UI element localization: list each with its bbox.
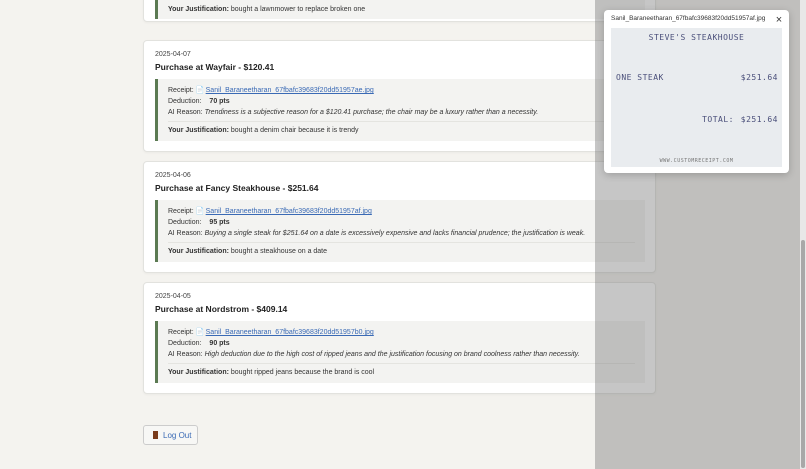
- close-icon[interactable]: ×: [774, 15, 784, 26]
- purchase-title: Purchase at Fancy Steakhouse - $251.64: [155, 183, 319, 193]
- logout-label: Log Out: [163, 431, 192, 440]
- door-icon: [153, 431, 158, 439]
- purchase-details: Receipt: 📄Sanil_Baraneetharan_67fbafc396…: [155, 79, 645, 141]
- justification-text: bought ripped jeans because the brand is…: [230, 369, 375, 376]
- divider: [168, 363, 635, 364]
- justification-label: Your Justification:: [168, 248, 229, 255]
- purchase-details: Your Justification: bought a lawnmower t…: [155, 0, 645, 19]
- justification-row: Your Justification: bought a steakhouse …: [168, 248, 327, 255]
- justification-text: bought a steakhouse on a date: [230, 248, 328, 255]
- receipt-image: STEVE'S STEAKHOUSE ONE STEAK $251.64 TOT…: [611, 28, 782, 167]
- receipt-link[interactable]: Sanil_Baraneetharan_67fbafc39683f20dd519…: [206, 87, 374, 94]
- deduction-label: Deduction:: [168, 340, 202, 347]
- receipt-item: ONE STEAK: [616, 73, 664, 82]
- justification-row: Your Justification: bought ripped jeans …: [168, 369, 374, 376]
- ai-reason-row: AI Reason: Trendiness is a subjective re…: [168, 109, 538, 116]
- justification-row: Your Justification: bought a lawnmower t…: [168, 6, 365, 13]
- receipt-label: Receipt:: [168, 329, 194, 336]
- scrollbar[interactable]: [800, 0, 806, 469]
- receipt-preview-popup: Sanil_Baraneetharan_67fbafc39683f20dd519…: [604, 10, 789, 173]
- receipt-label: Receipt:: [168, 87, 194, 94]
- deduction-label: Deduction:: [168, 98, 202, 105]
- receipt-store: STEVE'S STEAKHOUSE: [648, 33, 745, 42]
- deduction-label: Deduction:: [168, 219, 202, 226]
- purchase-date: 2025-04-07: [155, 51, 191, 58]
- purchase-card: 2025-04-05 Purchase at Nordstrom - $409.…: [143, 282, 656, 394]
- file-icon: 📄: [195, 329, 205, 336]
- deduction-row: Deduction: 90 pts: [168, 340, 230, 347]
- receipt-label: Receipt:: [168, 208, 194, 215]
- receipt-row: Receipt: 📄Sanil_Baraneetharan_67fbafc396…: [168, 329, 374, 337]
- receipt-row: Receipt: 📄Sanil_Baraneetharan_67fbafc396…: [168, 87, 374, 95]
- purchase-date: 2025-04-06: [155, 172, 191, 179]
- ai-reason-label: AI Reason:: [168, 109, 203, 116]
- receipt-link[interactable]: Sanil_Baraneetharan_67fbafc39683f20dd519…: [206, 208, 372, 215]
- receipt-row: Receipt: 📄Sanil_Baraneetharan_67fbafc396…: [168, 208, 372, 216]
- justification-row: Your Justification: bought a denim chair…: [168, 127, 359, 134]
- receipt-footer: WWW.CUSTOMRECEIPT.COM: [659, 158, 734, 164]
- deduction-value: 90 pts: [209, 340, 230, 347]
- ai-reason-label: AI Reason:: [168, 351, 203, 358]
- receipt-item-price: $251.64: [740, 73, 778, 82]
- purchase-details: Receipt: 📄Sanil_Baraneetharan_67fbafc396…: [155, 200, 645, 262]
- justification-text: bought a lawnmower to replace broken one: [230, 6, 366, 13]
- purchase-card: Your Justification: bought a lawnmower t…: [143, 0, 656, 22]
- ai-reason-row: AI Reason: High deduction due to the hig…: [168, 351, 580, 358]
- divider: [168, 242, 635, 243]
- ai-reason-text: High deduction due to the high cost of r…: [204, 351, 580, 358]
- purchase-details: Receipt: 📄Sanil_Baraneetharan_67fbafc396…: [155, 321, 645, 383]
- purchase-title: Purchase at Wayfair - $120.41: [155, 62, 275, 72]
- logout-button[interactable]: Log Out: [143, 425, 198, 445]
- file-icon: 📄: [195, 87, 205, 94]
- receipt-total-label: TOTAL:: [702, 115, 734, 124]
- purchase-card: 2025-04-06 Purchase at Fancy Steakhouse …: [143, 161, 656, 273]
- deduction-value: 95 pts: [209, 219, 230, 226]
- deduction-row: Deduction: 95 pts: [168, 219, 230, 226]
- justification-label: Your Justification:: [168, 127, 229, 134]
- scrollbar-thumb[interactable]: [801, 240, 805, 468]
- purchase-card: 2025-04-07 Purchase at Wayfair - $120.41…: [143, 40, 656, 152]
- receipt-link[interactable]: Sanil_Baraneetharan_67fbafc39683f20dd519…: [206, 329, 374, 336]
- purchase-title: Purchase at Nordstrom - $409.14: [155, 304, 288, 314]
- deduction-row: Deduction: 70 pts: [168, 98, 230, 105]
- file-icon: 📄: [195, 208, 205, 215]
- ai-reason-row: AI Reason: Buying a single steak for $25…: [168, 230, 585, 237]
- receipt-total: $251.64: [740, 115, 778, 124]
- ai-reason-text: Buying a single steak for $251.64 on a d…: [204, 230, 586, 237]
- justification-label: Your Justification:: [168, 369, 229, 376]
- deduction-value: 70 pts: [209, 98, 230, 105]
- ai-reason-label: AI Reason:: [168, 230, 203, 237]
- justification-text: bought a denim chair because it is trend…: [230, 127, 359, 134]
- ai-reason-text: Trendiness is a subjective reason for a …: [204, 109, 539, 116]
- popup-filename: Sanil_Baraneetharan_67fbafc39683f20dd519…: [611, 15, 766, 22]
- justification-label: Your Justification:: [168, 6, 229, 13]
- purchase-date: 2025-04-05: [155, 293, 191, 300]
- divider: [168, 121, 635, 122]
